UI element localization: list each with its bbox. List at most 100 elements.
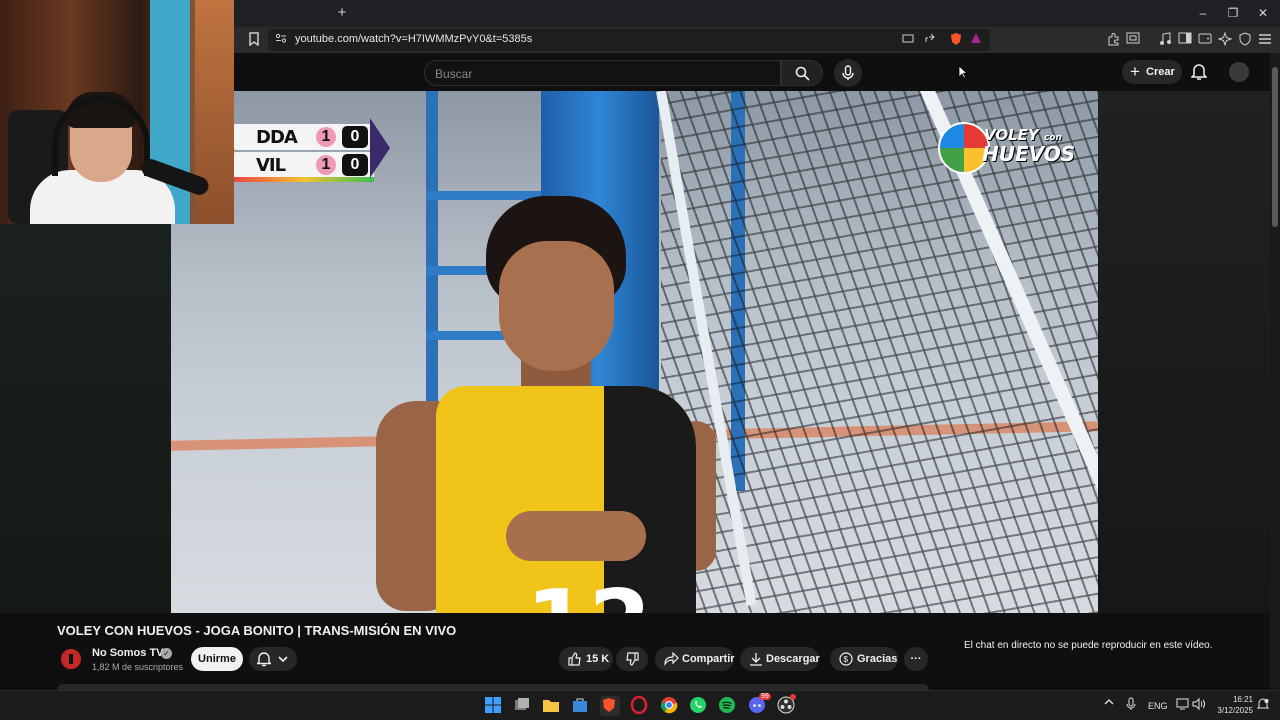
- notification-center-icon[interactable]: [1256, 698, 1270, 713]
- video-title: VOLEY CON HUEVOS - JOGA BONITO | TRANS-M…: [57, 623, 457, 638]
- url-text: youtube.com/watch?v=H7IWMMzPvY0&t=5385s: [295, 33, 533, 45]
- subscriber-count: 1,82 M de suscriptores: [92, 662, 184, 672]
- chevron-down-icon: [278, 656, 288, 663]
- team-points: 0: [342, 126, 368, 148]
- bookmark-icon[interactable]: [246, 32, 262, 48]
- address-bar[interactable]: youtube.com/watch?v=H7IWMMzPvY0&t=5385s: [268, 29, 990, 51]
- mouse-cursor-icon: [958, 65, 968, 79]
- obs-icon[interactable]: [777, 694, 797, 716]
- thanks-button[interactable]: $ Gracias: [830, 647, 898, 671]
- discord-icon[interactable]: 99: [748, 693, 771, 716]
- brave-browser-icon[interactable]: [600, 696, 620, 716]
- screen: + – ❐ ✕ youtube.com/watch?v=H7IWMMzPvY0&…: [0, 0, 1280, 720]
- wallet-icon[interactable]: [1197, 32, 1213, 48]
- new-tab-button[interactable]: +: [334, 5, 350, 21]
- clock-time: 16:21: [1232, 695, 1253, 704]
- more-actions-button[interactable]: ···: [904, 647, 928, 671]
- team-sets: 1: [316, 155, 336, 175]
- page-scrollbar[interactable]: [1270, 53, 1280, 690]
- search-button[interactable]: [781, 60, 823, 86]
- brave-shields-icon[interactable]: [948, 32, 964, 48]
- player-hands: [506, 511, 646, 561]
- voice-search-button[interactable]: [834, 59, 862, 87]
- bell-icon: [257, 652, 271, 667]
- whatsapp-icon[interactable]: [689, 696, 709, 716]
- join-button[interactable]: Unirme: [191, 647, 243, 671]
- chat-disabled-message: El chat en directo no se puede reproduci…: [964, 640, 1213, 651]
- team-points: 0: [342, 154, 368, 176]
- volume-icon[interactable]: [1192, 697, 1206, 712]
- scoreboard-arrow: [370, 118, 390, 178]
- share-button[interactable]: Compartir: [655, 647, 735, 671]
- site-settings-icon[interactable]: [273, 32, 289, 48]
- share-label: Compartir: [682, 653, 735, 665]
- discord-badge: 99: [759, 693, 771, 700]
- player-head: [499, 241, 614, 371]
- team-name: DDA: [256, 127, 298, 148]
- screenshot-icon[interactable]: [1125, 32, 1141, 48]
- vpn-icon[interactable]: [1237, 32, 1253, 48]
- spotify-icon[interactable]: [718, 696, 738, 716]
- create-button[interactable]: + Crear: [1122, 60, 1182, 84]
- store-icon[interactable]: [571, 696, 591, 716]
- like-button[interactable]: 15 K: [559, 647, 613, 671]
- minimize-button[interactable]: –: [1192, 4, 1214, 22]
- scoreboard-stripe: [234, 177, 374, 182]
- language-indicator[interactable]: ENG: [1148, 701, 1168, 711]
- thumbs-up-icon: [568, 652, 581, 666]
- scoreboard-row: DDA 1 0: [234, 124, 374, 152]
- start-menu-icon[interactable]: [484, 696, 504, 716]
- webcam-overlay: [0, 0, 234, 224]
- share-icon[interactable]: [922, 32, 938, 48]
- create-label: Crear: [1146, 66, 1175, 78]
- svg-text:$: $: [844, 655, 849, 664]
- cast-icon[interactable]: [900, 32, 916, 48]
- notification-toggle[interactable]: [249, 647, 297, 671]
- player: 12: [376, 191, 716, 613]
- microphone-icon: [842, 65, 854, 80]
- recording-indicator: [790, 694, 796, 700]
- jersey-number: 12: [526, 571, 651, 613]
- opera-icon[interactable]: [630, 695, 650, 716]
- extensions-icon[interactable]: [1105, 32, 1121, 48]
- show-hidden-icons[interactable]: [1104, 697, 1114, 709]
- chrome-icon[interactable]: [660, 696, 680, 716]
- thanks-label: Gracias: [857, 653, 898, 665]
- like-count: 15 K: [586, 653, 610, 665]
- team-sets: 1: [316, 127, 336, 147]
- team-name: VIL: [256, 155, 286, 176]
- share-arrow-icon: [664, 652, 679, 666]
- file-explorer-icon[interactable]: [542, 696, 562, 716]
- maximize-button[interactable]: ❐: [1222, 4, 1244, 22]
- ambient-right: [1098, 91, 1270, 613]
- system-clock[interactable]: 16:21 3/12/2025: [1213, 694, 1253, 716]
- media-controls-icon[interactable]: [1157, 32, 1173, 48]
- ambient-left: [0, 224, 171, 613]
- download-button[interactable]: Descargar: [740, 647, 820, 671]
- search-icon: [795, 66, 810, 81]
- microphone-tray-icon[interactable]: [1126, 697, 1136, 713]
- notifications-icon[interactable]: [1190, 63, 1209, 81]
- scoreboard-row: VIL 1 0: [234, 152, 374, 180]
- network-icon[interactable]: [1176, 698, 1190, 712]
- scrollbar-thumb[interactable]: [1272, 67, 1278, 227]
- menu-icon[interactable]: [1257, 32, 1273, 48]
- close-button[interactable]: ✕: [1252, 4, 1274, 22]
- download-label: Descargar: [766, 653, 820, 665]
- dislike-button[interactable]: [616, 647, 648, 671]
- account-avatar[interactable]: [1229, 62, 1249, 82]
- headset-icon: [52, 96, 150, 176]
- download-icon: [750, 653, 762, 666]
- channel-avatar[interactable]: [59, 647, 83, 671]
- clock-date: 3/12/2025: [1217, 706, 1253, 715]
- channel-name[interactable]: No Somos TV: [92, 647, 164, 659]
- task-view-icon[interactable]: [513, 696, 533, 716]
- youtube-header: Buscar + Crear: [234, 53, 1270, 91]
- sidebar-icon[interactable]: [1177, 32, 1193, 48]
- search-input[interactable]: Buscar: [424, 60, 781, 86]
- super-thanks-icon: $: [839, 652, 853, 666]
- plus-icon: +: [1130, 62, 1140, 81]
- brave-rewards-icon[interactable]: [968, 32, 984, 48]
- logo-text-bottom: HUEVOS: [982, 142, 1076, 166]
- leo-ai-icon[interactable]: [1217, 31, 1233, 48]
